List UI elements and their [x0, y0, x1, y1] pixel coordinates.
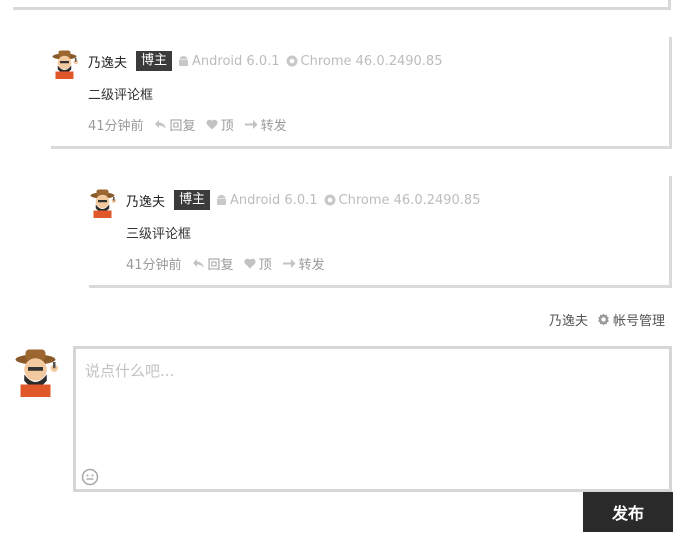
- account-manage-label: 帐号管理: [612, 314, 665, 329]
- comment-header: 乃逸夫 博主 Android 6.0.1 Chrome 46.0.2490.85: [88, 51, 442, 71]
- author-avatar[interactable]: [51, 49, 81, 79]
- upvote-button[interactable]: 顶: [244, 254, 272, 273]
- comment-time: 41分钟前: [88, 119, 144, 134]
- smiley-icon[interactable]: [81, 468, 99, 486]
- comment-header: 乃逸夫 博主 Android 6.0.1 Chrome 46.0.2490.85: [126, 190, 480, 210]
- comment-input[interactable]: [85, 360, 660, 460]
- reply-arrow-icon: [154, 120, 166, 129]
- browser-label: Chrome 46.0.2490.85: [300, 53, 443, 69]
- browser-label: Chrome 46.0.2490.85: [338, 192, 481, 208]
- forward-label: 转发: [298, 258, 325, 273]
- os-info: Android 6.0.1: [216, 192, 318, 208]
- reply-button[interactable]: 回复: [192, 254, 234, 273]
- forward-label: 转发: [260, 119, 287, 134]
- blogger-badge: 博主: [174, 190, 211, 210]
- chrome-icon: [286, 55, 298, 67]
- current-username[interactable]: 乃逸夫: [549, 310, 588, 329]
- author-name[interactable]: 乃逸夫: [88, 52, 127, 71]
- account-bar: 乃逸夫 帐号管理: [549, 310, 665, 329]
- comment-actions: 41分钟前 回复 顶 转发: [88, 115, 287, 134]
- comment-level-3: 乃逸夫 博主 Android 6.0.1 Chrome 46.0.2490.85…: [89, 176, 672, 288]
- comment-time: 41分钟前: [126, 258, 182, 273]
- os-label: Android 6.0.1: [230, 192, 318, 208]
- comment-text: 三级评论框: [126, 227, 192, 242]
- my-avatar: [13, 347, 63, 397]
- os-label: Android 6.0.1: [192, 53, 280, 69]
- upvote-label: 顶: [258, 258, 272, 273]
- upvote-label: 顶: [220, 119, 234, 134]
- upvote-button[interactable]: 顶: [206, 115, 234, 134]
- heart-icon: [244, 258, 256, 269]
- reply-button[interactable]: 回复: [154, 115, 196, 134]
- publish-button[interactable]: 发布: [583, 492, 673, 532]
- previous-comment-border: [13, 0, 671, 10]
- browser-info: Chrome 46.0.2490.85: [286, 53, 443, 69]
- forward-button[interactable]: 转发: [244, 115, 287, 134]
- author-name[interactable]: 乃逸夫: [126, 191, 165, 210]
- blogger-badge: 博主: [136, 51, 173, 71]
- forward-arrow-icon: [282, 259, 296, 268]
- chrome-icon: [324, 194, 336, 206]
- browser-info: Chrome 46.0.2490.85: [324, 192, 481, 208]
- android-icon: [217, 195, 227, 205]
- heart-icon: [206, 119, 218, 130]
- comment-level-2: 乃逸夫 博主 Android 6.0.1 Chrome 46.0.2490.85…: [51, 37, 672, 149]
- forward-button[interactable]: 转发: [282, 254, 325, 273]
- reply-label: 回复: [169, 119, 196, 134]
- comment-text: 二级评论框: [88, 88, 154, 103]
- account-manage-link[interactable]: 帐号管理: [597, 310, 665, 329]
- comment-composer: [73, 346, 672, 492]
- os-info: Android 6.0.1: [178, 53, 280, 69]
- android-icon: [179, 56, 189, 66]
- reply-label: 回复: [207, 258, 234, 273]
- reply-arrow-icon: [192, 259, 204, 268]
- author-avatar[interactable]: [89, 188, 119, 218]
- gear-icon: [598, 313, 609, 326]
- comment-actions: 41分钟前 回复 顶 转发: [126, 254, 325, 273]
- forward-arrow-icon: [244, 120, 258, 129]
